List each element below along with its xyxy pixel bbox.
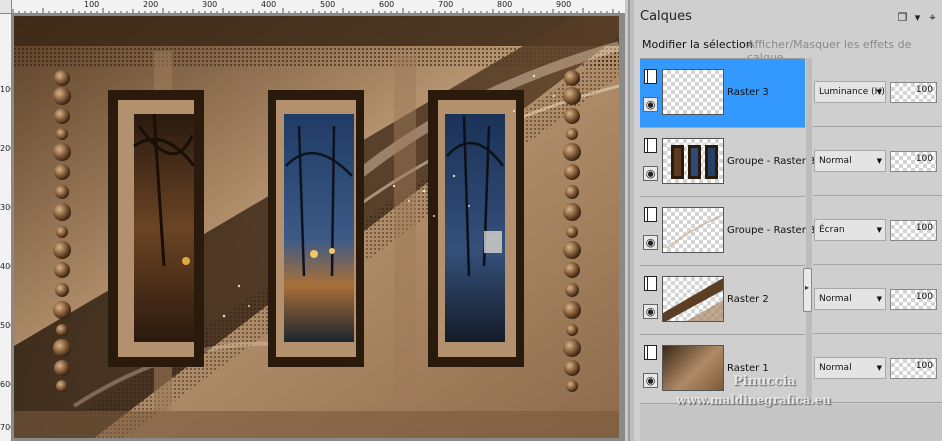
eye-icon[interactable]: ◉ — [643, 304, 658, 319]
layer-name: Raster 3 — [727, 87, 769, 98]
watermark-url: www.maldinegrafica.eu — [676, 393, 832, 407]
eye-icon[interactable]: ◉ — [643, 235, 658, 250]
blend-mode-select[interactable]: Écran ▼ — [814, 219, 886, 241]
blend-cell: Normal ▼ 100 — [813, 127, 942, 196]
canvas-area[interactable]: 100 200 300 400 500 600 700 800 900 100 … — [0, 0, 625, 441]
opacity-field[interactable]: 100 — [890, 220, 937, 241]
layer-type-icon — [644, 345, 657, 360]
blend-mode-value: Luminance (H) — [819, 87, 885, 97]
ruler-corner — [0, 0, 12, 14]
blend-mode-select[interactable]: Normal ▼ — [814, 357, 886, 379]
eye-icon[interactable]: ◉ — [643, 97, 658, 112]
opacity-value: 100 — [915, 292, 933, 302]
blend-mode-value: Normal — [819, 294, 852, 304]
layer-thumbnail — [662, 345, 724, 391]
panel-title: Calques — [640, 9, 692, 24]
modify-selection-button[interactable]: Modifier la sélection — [642, 38, 753, 51]
blend-mode-value: Normal — [819, 156, 852, 166]
blend-cell: Normal ▼ 100 — [813, 334, 942, 403]
ruler-left-label: 400 — [0, 262, 11, 271]
chevron-down-icon: ▼ — [876, 226, 882, 234]
layer-thumbnail — [662, 138, 724, 184]
opacity-value: 100 — [915, 85, 933, 95]
chevron-down-icon: ▼ — [876, 157, 882, 165]
blend-mode-select[interactable]: Normal ▼ — [814, 288, 886, 310]
layer-row-group-raster-3[interactable]: ◉ Groupe - Raster 3 — [640, 128, 815, 197]
opacity-field[interactable]: 100 — [890, 151, 937, 172]
layer-row-group-raster-3-screen[interactable]: ◉ Groupe - Raster 3 — [640, 197, 815, 266]
blend-mode-value: Écran — [819, 225, 845, 235]
layer-type-icon — [644, 276, 657, 291]
layer-type-icon — [644, 138, 657, 153]
opacity-field[interactable]: 100 — [890, 358, 937, 379]
ruler-left-label: 700 — [0, 423, 11, 432]
opacity-value: 100 — [915, 154, 933, 164]
panel-subbar: Modifier la sélection Afficher/Masquer l… — [634, 34, 942, 64]
pin-icon[interactable]: ⌖ — [926, 11, 939, 24]
layer-type-icon — [644, 69, 657, 84]
layer-thumbnail — [662, 276, 724, 322]
document-image[interactable] — [14, 16, 619, 438]
ruler-left-label: 300 — [0, 203, 11, 212]
layer-name: Raster 1 — [727, 363, 769, 374]
blend-cell: Luminance (H) ▼ 100 — [813, 58, 942, 127]
layer-row-raster-2[interactable]: ◉ Raster 2 — [640, 266, 805, 335]
watermark-signature: Pinuccia — [733, 374, 796, 389]
ruler-left-label: 600 — [0, 380, 11, 389]
ruler-left-label: 500 — [0, 321, 11, 330]
layer-type-icon — [644, 207, 657, 222]
chevron-down-icon: ▼ — [876, 364, 882, 372]
ruler-left-label: 100 — [0, 85, 11, 94]
panel-bottom-area — [640, 404, 942, 441]
chevron-right-icon: ▸ — [805, 283, 810, 292]
opacity-value: 100 — [915, 361, 933, 371]
ruler-top[interactable]: 100 200 300 400 500 600 700 800 900 — [12, 0, 625, 14]
chevron-down-icon: ▼ — [876, 295, 882, 303]
panel-grip[interactable] — [630, 0, 634, 441]
opacity-field[interactable]: 100 — [890, 82, 937, 103]
blend-column: Luminance (H) ▼ 100 Normal ▼ 100 Écran ▼ 10… — [813, 58, 942, 404]
eye-icon[interactable]: ◉ — [643, 373, 658, 388]
blend-mode-value: Normal — [819, 363, 852, 373]
layer-thumbnail — [662, 207, 724, 253]
float-panel-icon[interactable]: ❐ — [896, 11, 909, 24]
blend-mode-select[interactable]: Normal ▼ — [814, 150, 886, 172]
blend-cell: Normal ▼ 100 — [813, 265, 942, 334]
layer-list: ◉ Raster 3 ◉ Groupe - Raster 3 ◉ Groupe … — [640, 58, 815, 404]
layer-name: Groupe - Raster 3 — [727, 225, 816, 236]
layer-scroll-track[interactable] — [806, 58, 812, 404]
layer-name: Raster 2 — [727, 294, 769, 305]
panel-header: Calques ❐ ▾ ⌖ ✕ — [634, 6, 942, 30]
opacity-field[interactable]: 100 — [890, 289, 937, 310]
layer-row-raster-3[interactable]: ◉ Raster 3 — [640, 59, 805, 128]
app-window: 100 200 300 400 500 600 700 800 900 100 … — [0, 0, 942, 441]
layer-name: Groupe - Raster 3 — [727, 156, 816, 167]
ruler-left[interactable]: 100 200 300 400 500 600 700 — [0, 14, 12, 441]
layer-thumbnail — [662, 69, 724, 115]
blend-cell: Écran ▼ 100 — [813, 196, 942, 265]
layer-scroll-handle[interactable]: ▸ — [803, 268, 812, 312]
chevron-down-icon: ▼ — [876, 88, 882, 96]
opacity-value: 100 — [915, 223, 933, 233]
ruler-left-label: 200 — [0, 144, 11, 153]
chevron-down-icon[interactable]: ▾ — [911, 11, 924, 24]
eye-icon[interactable]: ◉ — [643, 166, 658, 181]
blend-mode-select[interactable]: Luminance (H) ▼ — [814, 81, 886, 103]
